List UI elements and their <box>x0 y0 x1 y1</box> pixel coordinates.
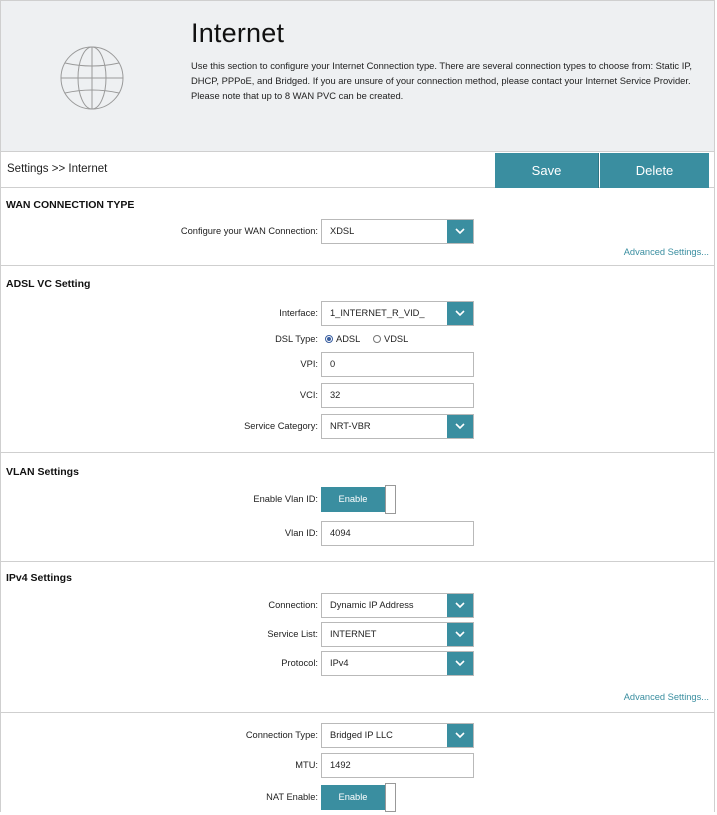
adsl-section-heading: ADSL VC Setting <box>6 278 91 290</box>
connection-select[interactable]: Dynamic IP Address <box>321 593 474 618</box>
vpi-label: VPI: <box>300 359 318 369</box>
save-button[interactable]: Save <box>495 153 599 188</box>
chevron-down-icon[interactable] <box>447 623 473 646</box>
chevron-down-icon[interactable] <box>447 724 473 747</box>
connection-type-select[interactable]: Bridged IP LLC <box>321 723 474 748</box>
service-category-select[interactable]: NRT-VBR <box>321 414 474 439</box>
enable-vlan-toggle[interactable]: Enable <box>321 485 397 517</box>
toggle-knob[interactable] <box>385 783 396 812</box>
chevron-down-icon[interactable] <box>447 302 473 325</box>
wan-connection-value: XDSL <box>330 226 355 236</box>
wan-advanced-settings-link[interactable]: Advanced Settings... <box>624 247 709 257</box>
vpi-value: 0 <box>330 359 336 369</box>
vci-label: VCI: <box>299 390 318 400</box>
dsl-type-label: DSL Type: <box>275 334 318 344</box>
dsl-type-vdsl-label: VDSL <box>384 334 409 344</box>
vlan-id-label: Vlan ID: <box>284 528 318 538</box>
dsl-type-adsl-label: ADSL <box>336 334 361 344</box>
page-description: Use this section to configure your Inter… <box>191 60 692 101</box>
service-category-label: Service Category: <box>244 421 318 431</box>
chevron-down-icon[interactable] <box>447 415 473 438</box>
vlan-section-heading: VLAN Settings <box>6 466 79 478</box>
chevron-down-icon[interactable] <box>447 220 473 243</box>
nat-enable-label: NAT Enable: <box>266 792 318 802</box>
globe-icon <box>60 46 124 110</box>
nat-enable-toggle[interactable]: Enable <box>321 783 397 815</box>
service-category-value: NRT-VBR <box>330 421 371 431</box>
dsl-type-adsl-radio[interactable]: ADSL <box>325 334 360 344</box>
vci-value: 32 <box>330 390 341 400</box>
wan-section-heading: WAN CONNECTION TYPE <box>6 199 135 211</box>
wan-connection-select[interactable]: XDSL <box>321 219 474 244</box>
vlan-id-value: 4094 <box>330 528 351 538</box>
radio-selected-icon <box>325 335 333 343</box>
protocol-label: Protocol: <box>281 658 318 668</box>
vlan-id-input[interactable]: 4094 <box>321 521 474 546</box>
ipv4-advanced-settings-link[interactable]: Advanced Settings... <box>624 692 709 702</box>
interface-value: 1_INTERNET_R_VID_ <box>330 308 425 318</box>
interface-select[interactable]: 1_INTERNET_R_VID_ <box>321 301 474 326</box>
service-list-value: INTERNET <box>330 629 377 639</box>
vci-input[interactable]: 32 <box>321 383 474 408</box>
connection-label: Connection: <box>268 600 318 610</box>
divider <box>1 265 714 266</box>
delete-button[interactable]: Delete <box>600 153 709 188</box>
breadcrumb: Settings >> Internet <box>7 163 108 175</box>
interface-label: Interface: <box>279 308 318 318</box>
vpi-input[interactable]: 0 <box>321 352 474 377</box>
chevron-down-icon[interactable] <box>447 594 473 617</box>
mtu-input[interactable]: 1492 <box>321 753 474 778</box>
radio-unselected-icon <box>373 335 381 343</box>
protocol-select[interactable]: IPv4 <box>321 651 474 676</box>
service-list-select[interactable]: INTERNET <box>321 622 474 647</box>
divider <box>1 561 714 562</box>
connection-type-label: Connection Type: <box>245 730 318 740</box>
protocol-value: IPv4 <box>330 658 349 668</box>
enable-vlan-toggle-label: Enable <box>321 487 385 512</box>
chevron-down-icon[interactable] <box>447 652 473 675</box>
connection-type-value: Bridged IP LLC <box>330 730 393 740</box>
mtu-value: 1492 <box>330 760 351 770</box>
page-title: Internet <box>191 18 285 48</box>
dsl-type-vdsl-radio[interactable]: VDSL <box>373 334 408 344</box>
wan-connection-label: Configure your WAN Connection: <box>180 226 318 236</box>
divider <box>1 712 714 713</box>
connection-value: Dynamic IP Address <box>330 600 414 610</box>
ipv4-section-heading: IPv4 Settings <box>6 572 72 584</box>
toolbar: Settings >> Internet Save Delete <box>1 151 714 188</box>
enable-vlan-label: Enable Vlan ID: <box>253 494 318 504</box>
nat-enable-toggle-label: Enable <box>321 785 385 810</box>
service-list-label: Service List: <box>267 629 318 639</box>
divider <box>1 452 714 453</box>
mtu-label: MTU: <box>295 760 318 770</box>
page-header: Internet Use this section to configure y… <box>1 1 714 151</box>
toggle-knob[interactable] <box>385 485 396 514</box>
